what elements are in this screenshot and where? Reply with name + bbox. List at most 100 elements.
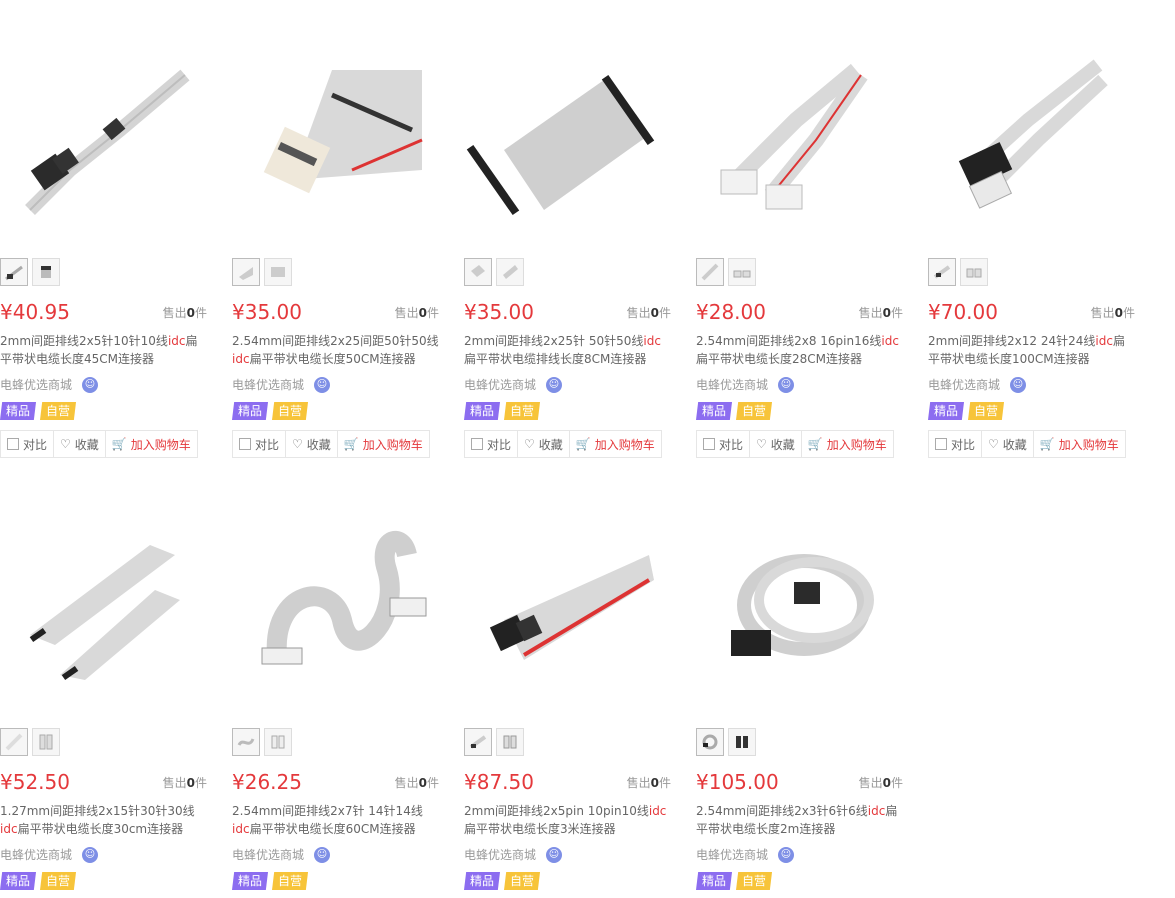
customer-service-icon[interactable]: ☺ [778, 846, 795, 863]
customer-service-icon[interactable]: ☺ [546, 376, 563, 393]
thumbnail[interactable] [728, 258, 756, 286]
cart-icon: 🛒 [575, 437, 591, 451]
sold-count: 售出0件 [394, 306, 439, 320]
action-bar: 对比 ♡ 收藏 🛒 加入购物车 [696, 430, 894, 458]
price: ¥26.25 [232, 770, 302, 794]
shop-name[interactable]: 电蜂优选商城 ☺ [464, 846, 563, 863]
customer-service-icon[interactable]: ☺ [1010, 376, 1027, 393]
product-title[interactable]: 2.54mm间距排线2x25间距50针50线idc扁平带状电缆长度50CM连接器 [232, 332, 440, 368]
compare-button[interactable]: 对比 [929, 431, 983, 457]
thumbnail[interactable] [464, 258, 492, 286]
thumbnail[interactable] [696, 258, 724, 286]
checkbox-icon [471, 438, 483, 450]
product-image[interactable] [464, 470, 674, 710]
add-to-cart-button[interactable]: 🛒 加入购物车 [570, 431, 661, 457]
product-title[interactable]: 1.27mm间距排线2x15针30针30线idc扁平带状电缆长度30cm连接器 [0, 802, 208, 838]
price: ¥35.00 [464, 300, 534, 324]
add-to-cart-button[interactable]: 🛒 加入购物车 [802, 431, 893, 457]
favorite-button[interactable]: ♡ 收藏 [750, 431, 802, 457]
favorite-button[interactable]: ♡ 收藏 [518, 431, 570, 457]
product-image[interactable] [232, 470, 442, 710]
thumbnail[interactable] [264, 258, 292, 286]
customer-service-icon[interactable]: ☺ [546, 846, 563, 863]
cart-icon: 🛒 [1039, 437, 1055, 451]
action-bar: 对比 ♡ 收藏 🛒 加入购物车 [0, 430, 198, 458]
favorite-button[interactable]: ♡ 收藏 [982, 431, 1034, 457]
ribbon-cable-image [958, 59, 1108, 209]
heart-icon: ♡ [988, 437, 999, 451]
heart-icon: ♡ [756, 437, 767, 451]
shop-name[interactable]: 电蜂优选商城 ☺ [232, 846, 331, 863]
shop-name[interactable]: 电蜂优选商城 ☺ [696, 846, 795, 863]
shop-name[interactable]: 电蜂优选商城 ☺ [464, 376, 563, 393]
product-image[interactable] [232, 0, 442, 240]
tag-list: 精品 自营 [928, 402, 1005, 420]
compare-button[interactable]: 对比 [1, 431, 55, 457]
thumbnail[interactable] [264, 728, 292, 756]
product-image[interactable] [0, 470, 210, 710]
product-title[interactable]: 2.54mm间距排线2x8 16pin16线idc扁平带状电缆长度28CM连接器 [696, 332, 904, 368]
compare-button[interactable]: 对比 [233, 431, 287, 457]
tag-premium: 精品 [232, 872, 269, 890]
heart-icon: ♡ [524, 437, 535, 451]
sold-count: 售出0件 [858, 306, 903, 320]
action-bar: 对比 ♡ 收藏 🛒 加入购物车 [232, 430, 430, 458]
action-bar: 对比 ♡ 收藏 🛒 加入购物车 [464, 430, 662, 458]
customer-service-icon[interactable]: ☺ [314, 376, 331, 393]
add-to-cart-button[interactable]: 🛒 加入购物车 [106, 431, 197, 457]
product-image[interactable] [696, 470, 906, 710]
product-image[interactable] [696, 0, 906, 240]
customer-service-icon[interactable]: ☺ [82, 376, 99, 393]
compare-button[interactable]: 对比 [697, 431, 751, 457]
tag-self-operated: 自营 [272, 402, 309, 420]
thumbnail-list [232, 258, 292, 286]
tag-list: 精品 自营 [464, 402, 541, 420]
product-title[interactable]: 2mm间距排线2x25针 50针50线idc扁平带状电缆排线长度8CM连接器 [464, 332, 672, 368]
thumbnail-list [696, 258, 756, 286]
thumbnail[interactable] [32, 258, 60, 286]
customer-service-icon[interactable]: ☺ [82, 846, 99, 863]
product-image[interactable] [928, 0, 1138, 240]
shop-name[interactable]: 电蜂优选商城 ☺ [0, 846, 99, 863]
add-to-cart-button[interactable]: 🛒 加入购物车 [338, 431, 429, 457]
tag-list: 精品 自营 [0, 402, 77, 420]
thumbnail[interactable] [696, 728, 724, 756]
product-title[interactable]: 2mm间距排线2x5针10针10线idc扁平带状电缆长度45CM连接器 [0, 332, 208, 368]
shop-name[interactable]: 电蜂优选商城 ☺ [696, 376, 795, 393]
thumbnail[interactable] [232, 258, 260, 286]
thumbnail[interactable] [496, 728, 524, 756]
favorite-button[interactable]: ♡ 收藏 [54, 431, 106, 457]
shop-name[interactable]: 电蜂优选商城 ☺ [0, 376, 99, 393]
thumbnail[interactable] [0, 728, 28, 756]
favorite-button[interactable]: ♡ 收藏 [286, 431, 338, 457]
tag-list: 精品 自营 [232, 402, 309, 420]
tag-list: 精品 自营 [696, 872, 773, 890]
customer-service-icon[interactable]: ☺ [314, 846, 331, 863]
shop-name[interactable]: 电蜂优选商城 ☺ [232, 376, 331, 393]
product-title[interactable]: 2.54mm间距排线2x7针 14针14线idc扁平带状电缆长度60CM连接器 [232, 802, 440, 838]
tag-self-operated: 自营 [504, 402, 541, 420]
heart-icon: ♡ [292, 437, 303, 451]
checkbox-icon [703, 438, 715, 450]
thumbnail[interactable] [728, 728, 756, 756]
product-title[interactable]: 2mm间距排线2x5pin 10pin10线idc扁平带状电缆长度3米连接器 [464, 802, 672, 838]
shop-name[interactable]: 电蜂优选商城 ☺ [928, 376, 1027, 393]
thumbnail[interactable] [464, 728, 492, 756]
product-image[interactable] [464, 0, 674, 240]
customer-service-icon[interactable]: ☺ [778, 376, 795, 393]
thumbnail[interactable] [928, 258, 956, 286]
thumbnail[interactable] [0, 258, 28, 286]
product-image[interactable] [0, 0, 210, 240]
thumbnail[interactable] [496, 258, 524, 286]
price: ¥52.50 [0, 770, 70, 794]
thumbnail[interactable] [232, 728, 260, 756]
ribbon-cable-image [263, 70, 423, 194]
product-title[interactable]: 2.54mm间距排线2x3针6针6线idc扁平带状电缆长度2m连接器 [696, 802, 904, 838]
compare-button[interactable]: 对比 [465, 431, 519, 457]
thumbnail[interactable] [960, 258, 988, 286]
thumbnail[interactable] [32, 728, 60, 756]
thumbnail-list [928, 258, 988, 286]
product-title[interactable]: 2mm间距排线2x12 24针24线idc扁平带状电缆长度100CM连接器 [928, 332, 1136, 368]
add-to-cart-button[interactable]: 🛒 加入购物车 [1034, 431, 1125, 457]
tag-list: 精品 自营 [696, 402, 773, 420]
